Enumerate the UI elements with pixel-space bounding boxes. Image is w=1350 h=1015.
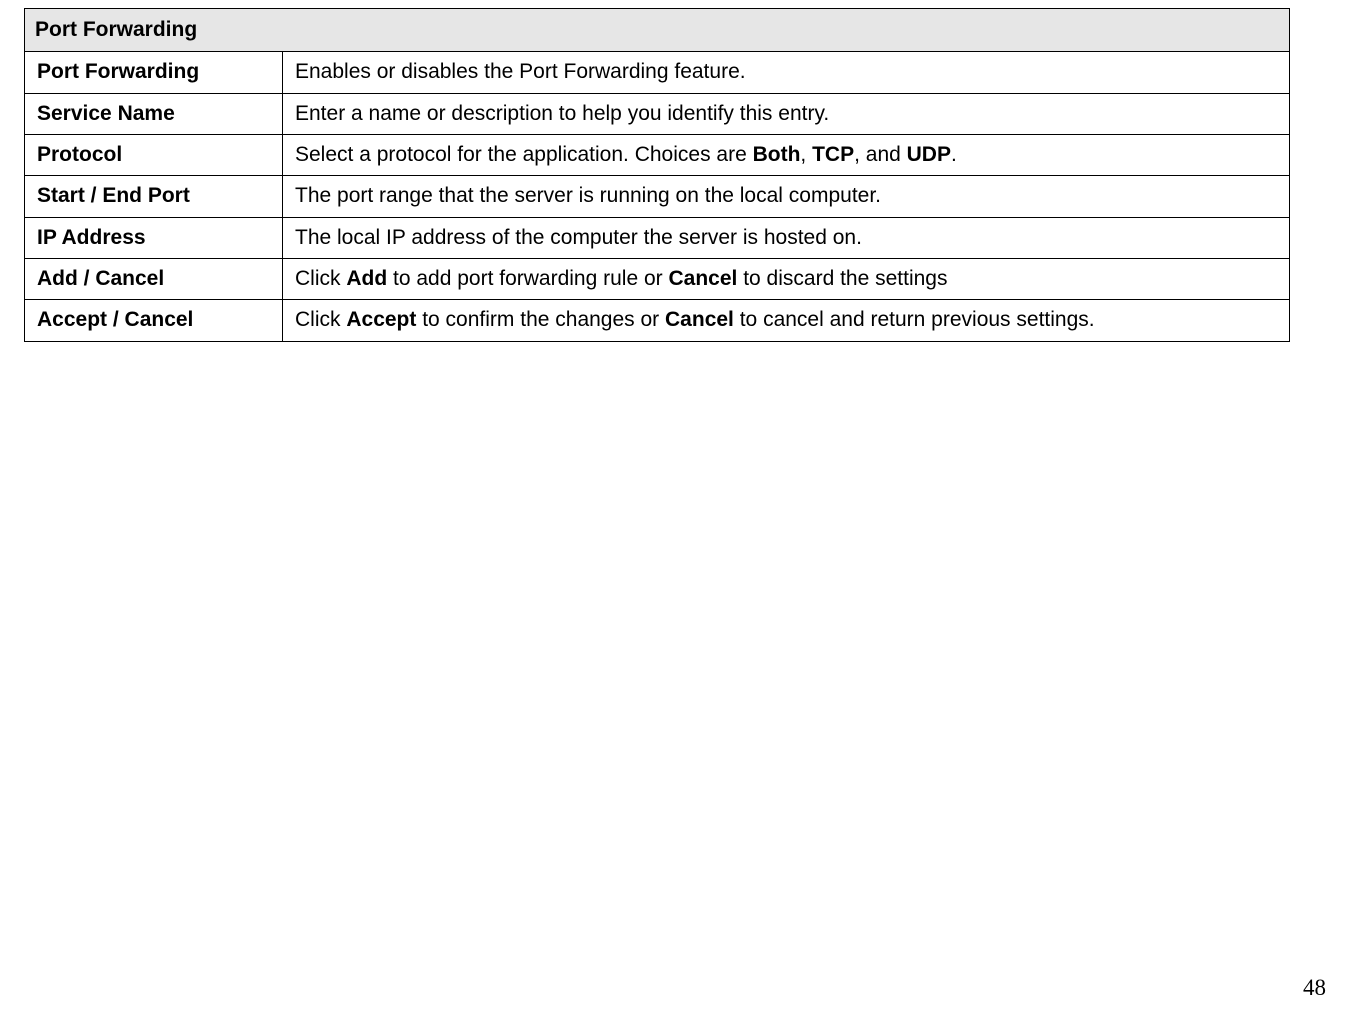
row-label: Protocol (25, 135, 283, 176)
bold-text: Both (753, 143, 801, 166)
text: to add port forwarding rule or (387, 267, 668, 290)
table-title: Port Forwarding (25, 9, 1290, 52)
row-description: The port range that the server is runnin… (283, 176, 1290, 217)
row-description: Enables or disables the Port Forwarding … (283, 52, 1290, 93)
port-forwarding-table: Port Forwarding Port Forwarding Enables o… (24, 8, 1290, 342)
row-label: Add / Cancel (25, 259, 283, 300)
text: to cancel and return previous settings. (734, 308, 1095, 331)
text: The local IP address of the computer the… (295, 226, 862, 249)
row-label: Service Name (25, 93, 283, 134)
text: The port range that the server is runnin… (295, 184, 881, 207)
row-label: Port Forwarding (25, 52, 283, 93)
table-row: Protocol Select a protocol for the applic… (25, 135, 1290, 176)
row-description: Click Accept to confirm the changes or C… (283, 300, 1290, 341)
row-label: Accept / Cancel (25, 300, 283, 341)
table-row: Add / CancelClick Add to add port forwar… (25, 259, 1290, 300)
table-row: Service Name Enter a name or description … (25, 93, 1290, 134)
text: , (800, 143, 812, 166)
bold-text: UDP (907, 143, 951, 166)
table-row: IP Address The local IP address of the co… (25, 217, 1290, 258)
table-row: Port Forwarding Enables or disables the P… (25, 52, 1290, 93)
bold-text: Accept (346, 308, 416, 331)
row-description: Click Add to add port forwarding rule or… (283, 259, 1290, 300)
row-label: IP Address (25, 217, 283, 258)
bold-text: Cancel (669, 267, 738, 290)
text: Select a protocol for the application. C… (295, 143, 753, 166)
text: to discard the settings (737, 267, 947, 290)
text: Click (295, 308, 346, 331)
text: to confirm the changes or (416, 308, 665, 331)
table-body: Port Forwarding Enables or disables the P… (25, 52, 1290, 341)
bold-text: TCP (812, 143, 854, 166)
text: Click (295, 267, 346, 290)
row-description: The local IP address of the computer the… (283, 217, 1290, 258)
document-page: Port Forwarding Port Forwarding Enables o… (0, 0, 1350, 342)
text: Enter a name or description to help you … (295, 102, 829, 125)
text: . (951, 143, 957, 166)
bold-text: Cancel (665, 308, 734, 331)
table-row: Accept / CancelClick Accept to confirm t… (25, 300, 1290, 341)
page-number: 48 (1303, 975, 1326, 1001)
text: Enables or disables the Port Forwarding … (295, 60, 746, 83)
text: , and (854, 143, 907, 166)
row-description: Select a protocol for the application. C… (283, 135, 1290, 176)
bold-text: Add (346, 267, 387, 290)
row-description: Enter a name or description to help you … (283, 93, 1290, 134)
table-row: Start / End Port The port range that the … (25, 176, 1290, 217)
row-label: Start / End Port (25, 176, 283, 217)
